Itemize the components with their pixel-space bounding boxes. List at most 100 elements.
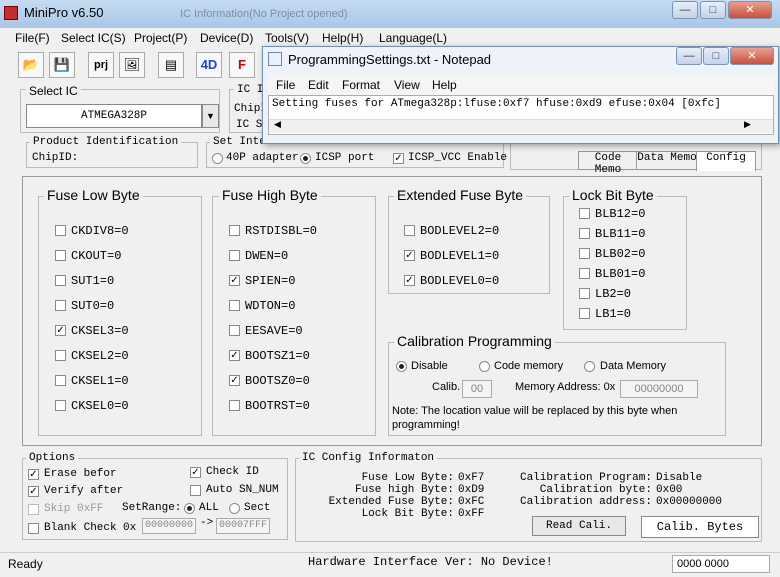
checkbox-bodlevel2[interactable] bbox=[404, 225, 415, 236]
notepad-minimize[interactable]: — bbox=[676, 47, 702, 65]
notepad-close[interactable]: ✕ bbox=[730, 47, 774, 65]
range-from-field[interactable]: 00000000 bbox=[142, 518, 196, 534]
checkbox-sut0[interactable] bbox=[55, 300, 66, 311]
menu-file[interactable]: File(F) bbox=[15, 31, 50, 45]
radio-range-sect[interactable] bbox=[229, 503, 240, 514]
ic-name-field[interactable]: ATMEGA328P bbox=[26, 104, 202, 128]
checkbox-auto-sn[interactable] bbox=[190, 485, 201, 496]
label-icsp-port: ICSP port bbox=[315, 152, 375, 164]
notepad-title: ProgrammingSettings.txt - Notepad bbox=[288, 52, 492, 67]
chip-icon[interactable]: ▤ bbox=[158, 52, 184, 78]
menu-language[interactable]: Language(L) bbox=[379, 31, 447, 45]
checkbox-blb02[interactable] bbox=[579, 248, 590, 259]
checkbox-bootrst[interactable] bbox=[229, 400, 240, 411]
checkbox-skip-ff[interactable] bbox=[28, 504, 39, 515]
checkbox-bootsz1[interactable]: ✓ bbox=[229, 350, 240, 361]
notepad-maximize[interactable]: □ bbox=[703, 47, 729, 65]
checkbox-dwen[interactable] bbox=[229, 250, 240, 261]
label-dwen: DWEN=0 bbox=[245, 249, 289, 263]
scroll-left-icon[interactable]: ◀ bbox=[274, 119, 281, 130]
checkbox-blb01[interactable] bbox=[579, 268, 590, 279]
radio-range-all[interactable] bbox=[184, 503, 195, 514]
open-icon[interactable]: 📂 bbox=[18, 52, 44, 78]
notepad-menu-format[interactable]: Format bbox=[342, 78, 380, 92]
checkbox-bodlevel1[interactable]: ✓ bbox=[404, 250, 415, 261]
calib-value-field[interactable]: 00 bbox=[462, 380, 492, 398]
radio-calib-disable[interactable] bbox=[396, 361, 407, 372]
menu-select-ic[interactable]: Select IC(S) bbox=[61, 31, 126, 45]
label-bootsz0: BOOTSZ0=0 bbox=[245, 374, 310, 388]
checkbox-cksel1[interactable] bbox=[55, 375, 66, 386]
checkbox-blank-check[interactable] bbox=[28, 523, 39, 534]
label-cksel2: CKSEL2=0 bbox=[71, 349, 129, 363]
scroll-right-icon[interactable]: ▶ bbox=[744, 119, 751, 130]
checkbox-cksel0[interactable] bbox=[55, 400, 66, 411]
checkbox-check-id[interactable]: ✓ bbox=[190, 467, 201, 478]
chip-id-label: ChipID: bbox=[32, 152, 79, 164]
window-title: MiniPro v6.50 bbox=[24, 5, 104, 20]
options-legend: Options bbox=[26, 452, 79, 464]
ext-fuse-title: Extended Fuse Byte bbox=[394, 187, 527, 203]
label-range-sect: Sect bbox=[244, 502, 271, 514]
notepad-menu-edit[interactable]: Edit bbox=[308, 78, 329, 92]
checkbox-bootsz0[interactable]: ✓ bbox=[229, 375, 240, 386]
menu-tools[interactable]: Tools(V) bbox=[265, 31, 309, 45]
project-button[interactable]: prj bbox=[88, 52, 114, 78]
config-value: 0xF7 bbox=[458, 472, 485, 484]
label-ckdiv8: CKDIV8=0 bbox=[71, 224, 129, 238]
calib-bytes-button[interactable]: Calib. Bytes bbox=[641, 516, 759, 538]
memory-address-field[interactable]: 00000000 bbox=[620, 380, 698, 398]
maximize-button[interactable]: □ bbox=[700, 1, 726, 19]
checkbox-bodlevel0[interactable]: ✓ bbox=[404, 275, 415, 286]
label-cksel1: CKSEL1=0 bbox=[71, 374, 129, 388]
checkbox-lb1[interactable] bbox=[579, 308, 590, 319]
tab-config[interactable]: Config bbox=[696, 151, 756, 171]
checkbox-eesave[interactable] bbox=[229, 325, 240, 336]
save-icon[interactable]: 💾 bbox=[49, 52, 75, 78]
range-to-field[interactable]: 00007FFF bbox=[216, 518, 270, 534]
checkbox-rstdisbl[interactable] bbox=[229, 225, 240, 236]
checkbox-wdton[interactable] bbox=[229, 300, 240, 311]
radio-icsp-port[interactable] bbox=[300, 153, 311, 164]
fuse-button[interactable]: F bbox=[229, 52, 255, 78]
notepad-menu-file[interactable]: File bbox=[276, 78, 295, 92]
checkbox-spien[interactable]: ✓ bbox=[229, 275, 240, 286]
label-erase: Erase befor bbox=[44, 468, 117, 480]
config-value: Disable bbox=[656, 472, 703, 484]
config-value: 0xD9 bbox=[458, 484, 485, 496]
menu-help[interactable]: Help(H) bbox=[322, 31, 363, 45]
checkbox-sut1[interactable] bbox=[55, 275, 66, 286]
checkbox-cksel3[interactable]: ✓ bbox=[55, 325, 66, 336]
read-hex-button[interactable]: 4D bbox=[196, 52, 222, 78]
checkbox-ckout[interactable] bbox=[55, 250, 66, 261]
close-button[interactable]: ✕ bbox=[728, 1, 772, 19]
radio-calib-code[interactable] bbox=[479, 361, 490, 372]
notepad-hscrollbar[interactable] bbox=[269, 119, 773, 133]
lock-bit-title: Lock Bit Byte bbox=[569, 187, 657, 203]
radio-calib-data[interactable] bbox=[584, 361, 595, 372]
read-cali-button[interactable]: Read Cali. bbox=[532, 516, 626, 536]
config-label: Fuse high Byte: bbox=[354, 484, 454, 496]
menu-device[interactable]: Device(D) bbox=[200, 31, 253, 45]
checkbox-blb11[interactable] bbox=[579, 228, 590, 239]
radio-40p-adapter[interactable] bbox=[212, 153, 223, 164]
checkbox-icsp-vcc[interactable]: ✓ bbox=[393, 153, 404, 164]
minimize-button[interactable]: — bbox=[672, 1, 698, 19]
label-bootrst: BOOTRST=0 bbox=[245, 399, 310, 413]
notepad-menu-help[interactable]: Help bbox=[432, 78, 457, 92]
label-ckout: CKOUT=0 bbox=[71, 249, 122, 263]
config-value: 0xFF bbox=[458, 508, 485, 520]
menu-project[interactable]: Project(P) bbox=[134, 31, 187, 45]
tab-data-memo[interactable]: Data Memo bbox=[636, 151, 698, 170]
notepad-menu-view[interactable]: View bbox=[394, 78, 420, 92]
ic-size-label: IC S bbox=[236, 119, 263, 131]
checkbox-lb2[interactable] bbox=[579, 288, 590, 299]
chevron-down-icon[interactable]: ▼ bbox=[202, 104, 219, 128]
checkbox-ckdiv8[interactable] bbox=[55, 225, 66, 236]
image-save-icon[interactable]: 🖼 bbox=[119, 52, 145, 78]
checkbox-erase[interactable]: ✓ bbox=[28, 469, 39, 480]
checkbox-verify[interactable]: ✓ bbox=[28, 486, 39, 497]
checkbox-blb12[interactable] bbox=[579, 208, 590, 219]
tab-code-memo[interactable]: Code Memo bbox=[578, 151, 638, 176]
checkbox-cksel2[interactable] bbox=[55, 350, 66, 361]
